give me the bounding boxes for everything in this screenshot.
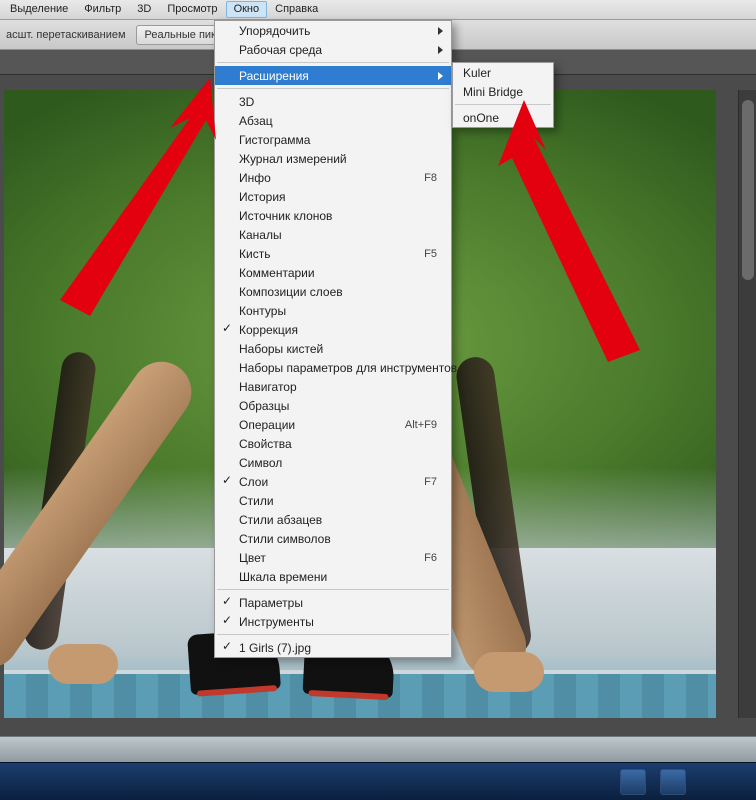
menu-row[interactable]: Журнал измерений — [215, 149, 451, 168]
menu-row-label: Каналы — [239, 228, 445, 242]
menu-row-label: Наборы кистей — [239, 342, 445, 356]
menu-row-label: Комментарии — [239, 266, 445, 280]
submenu-arrow-icon — [438, 27, 443, 35]
menu-row[interactable]: История — [215, 187, 451, 206]
menu-row[interactable]: Абзац — [215, 111, 451, 130]
submenu-row[interactable]: onOne — [453, 108, 553, 127]
menu-row[interactable]: СлоиF7 — [215, 472, 451, 491]
menu-row-label: Рабочая среда — [239, 43, 445, 57]
menu-row[interactable]: Шкала времени — [215, 567, 451, 586]
menu-row[interactable]: 3D — [215, 92, 451, 111]
menu-row[interactable]: Рабочая среда — [215, 40, 451, 59]
menu-row[interactable]: Образцы — [215, 396, 451, 415]
menu-row[interactable]: Комментарии — [215, 263, 451, 282]
menu-row[interactable]: Символ — [215, 453, 451, 472]
menu-row-label: Расширения — [239, 69, 445, 83]
menu-row-label: Кисть — [239, 247, 424, 261]
menu-separator — [217, 589, 449, 590]
menu-row-label: Навигатор — [239, 380, 445, 394]
menu-row-label: История — [239, 190, 445, 204]
menu-row-label: Стили символов — [239, 532, 445, 546]
menu-row[interactable]: Стили символов — [215, 529, 451, 548]
menu-row[interactable]: ИнфоF8 — [215, 168, 451, 187]
menu-item-3d[interactable]: 3D — [129, 1, 159, 18]
menu-row-label: Операции — [239, 418, 405, 432]
menu-separator — [217, 88, 449, 89]
menu-row-label: Коррекция — [239, 323, 445, 337]
vertical-scrollbar[interactable] — [738, 90, 756, 718]
submenu-row[interactable]: Kuler — [453, 63, 553, 82]
menu-row[interactable]: Источник клонов — [215, 206, 451, 225]
menu-row-label: Контуры — [239, 304, 445, 318]
menu-item-справка[interactable]: Справка — [267, 1, 326, 18]
menu-row-label: Слои — [239, 475, 424, 489]
menu-row-shortcut: F8 — [424, 172, 445, 184]
submenu-arrow-icon — [438, 46, 443, 54]
menu-row-shortcut: F7 — [424, 476, 445, 488]
menu-row[interactable]: Стили — [215, 491, 451, 510]
menu-row[interactable]: Контуры — [215, 301, 451, 320]
menu-row[interactable]: ЦветF6 — [215, 548, 451, 567]
menu-separator — [455, 104, 551, 105]
app-frame: ВыделениеФильтр3DПросмотрОкноСправка асш… — [0, 0, 756, 800]
menu-item-окно[interactable]: Окно — [226, 1, 268, 18]
menu-row-label: 1 Girls (7).jpg — [239, 641, 445, 655]
menu-row-label: Композиции слоев — [239, 285, 445, 299]
window-menu-dropdown: Упорядочить Рабочая среда Расширения 3D Абза… — [214, 20, 452, 658]
menu-separator — [217, 634, 449, 635]
menu-row[interactable]: Навигатор — [215, 377, 451, 396]
photo-shape — [48, 644, 118, 684]
menu-row-label: Образцы — [239, 399, 445, 413]
submenu-row[interactable]: Mini Bridge — [453, 82, 553, 101]
menu-row[interactable]: Композиции слоев — [215, 282, 451, 301]
taskbar — [0, 762, 756, 800]
menu-row[interactable]: Свойства — [215, 434, 451, 453]
drag-zoom-label: асшт. перетаскиванием — [2, 29, 130, 41]
menu-row-label: Свойства — [239, 437, 445, 451]
menu-row[interactable]: Параметры — [215, 593, 451, 612]
menu-row[interactable]: Наборы параметров для инструментов — [215, 358, 451, 377]
menu-row-label: Журнал измерений — [239, 152, 445, 166]
menu-row-label: Параметры — [239, 596, 445, 610]
menu-row-label: Цвет — [239, 551, 424, 565]
status-band — [0, 736, 756, 762]
menubar: ВыделениеФильтр3DПросмотрОкноСправка — [0, 0, 756, 20]
menu-row-label: Гистограмма — [239, 133, 445, 147]
taskbar-icon[interactable] — [620, 769, 646, 795]
menu-row-label: Инфо — [239, 171, 424, 185]
photo-shape — [474, 652, 544, 692]
menu-row-shortcut: Alt+F9 — [405, 419, 445, 431]
menu-row[interactable]: Расширения — [215, 66, 451, 85]
menu-row[interactable]: Коррекция — [215, 320, 451, 339]
menu-row-label: Шкала времени — [239, 570, 445, 584]
menu-row[interactable]: Упорядочить — [215, 21, 451, 40]
submenu-arrow-icon — [438, 72, 443, 80]
menu-row-shortcut: F5 — [424, 248, 445, 260]
menu-row-label: 3D — [239, 95, 445, 109]
menu-row-label: Наборы параметров для инструментов — [239, 361, 457, 375]
extensions-submenu: KulerMini Bridge onOne — [452, 62, 554, 128]
menu-item-фильтр[interactable]: Фильтр — [76, 1, 129, 18]
menu-row-label: Инструменты — [239, 615, 445, 629]
menu-row-label: Источник клонов — [239, 209, 445, 223]
menu-row[interactable]: Инструменты — [215, 612, 451, 631]
menu-row[interactable]: Каналы — [215, 225, 451, 244]
menu-row-label: Символ — [239, 456, 445, 470]
menu-row-label: Стили — [239, 494, 445, 508]
menu-row-shortcut: F6 — [424, 552, 445, 564]
menu-row[interactable]: Стили абзацев — [215, 510, 451, 529]
menu-row[interactable]: Гистограмма — [215, 130, 451, 149]
menu-row[interactable]: ОперацииAlt+F9 — [215, 415, 451, 434]
menu-row-label: Абзац — [239, 114, 445, 128]
menu-row[interactable]: КистьF5 — [215, 244, 451, 263]
menu-row[interactable]: 1 Girls (7).jpg — [215, 638, 451, 657]
menu-separator — [217, 62, 449, 63]
scrollbar-thumb[interactable] — [742, 100, 754, 280]
menu-row-label: Стили абзацев — [239, 513, 445, 527]
menu-row[interactable]: Наборы кистей — [215, 339, 451, 358]
taskbar-icon[interactable] — [660, 769, 686, 795]
menu-item-выделение[interactable]: Выделение — [2, 1, 76, 18]
menu-item-просмотр[interactable]: Просмотр — [159, 1, 225, 18]
menu-row-label: Упорядочить — [239, 24, 445, 38]
